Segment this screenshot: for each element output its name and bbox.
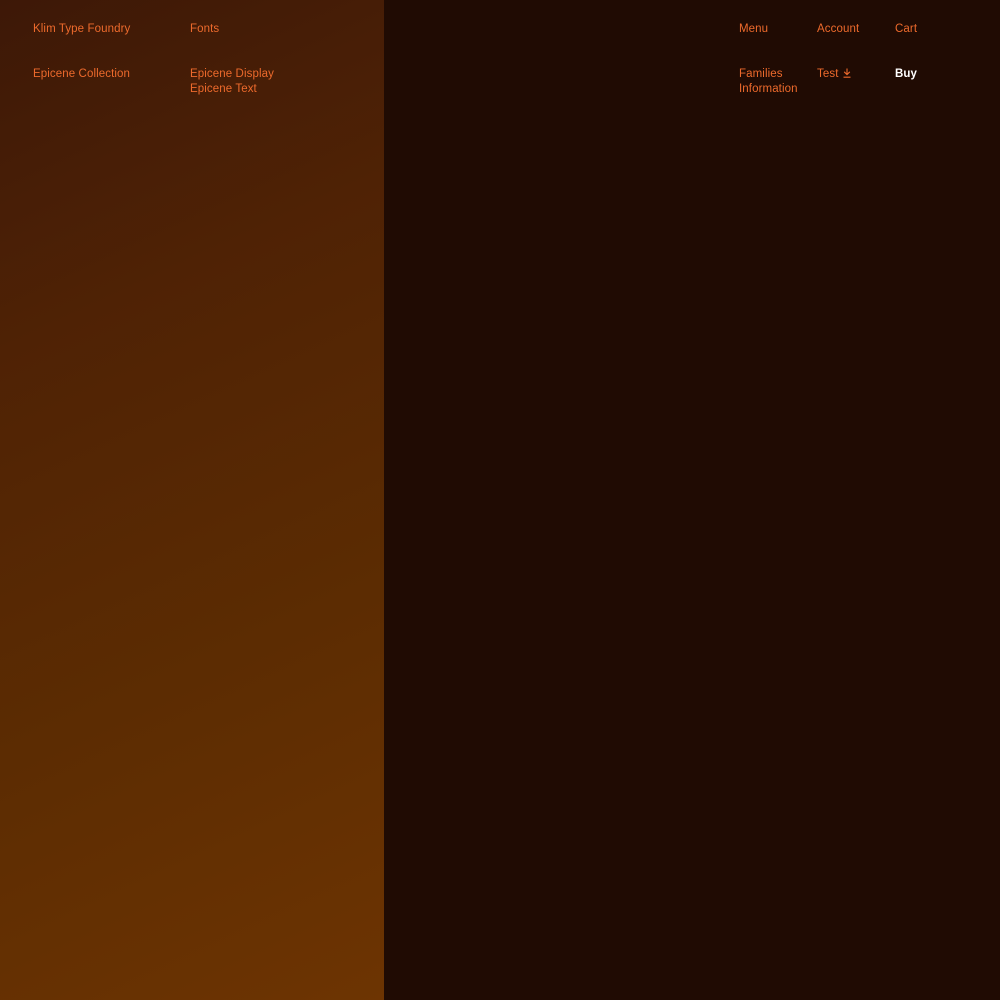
hero-gradient-panel — [0, 0, 384, 1000]
font-link-epicene-display[interactable]: Epicene Display — [190, 67, 274, 82]
information-link[interactable]: Information — [739, 82, 798, 97]
page: Klim Type Foundry Fonts Menu Account Car… — [0, 0, 1000, 1000]
families-link[interactable]: Families — [739, 67, 783, 82]
dark-content-panel — [384, 0, 1000, 1000]
test-link-label: Test — [817, 68, 839, 80]
nav-cart-link[interactable]: Cart — [895, 22, 917, 37]
nav-fonts-link[interactable]: Fonts — [190, 22, 219, 37]
font-link-epicene-text[interactable]: Epicene Text — [190, 82, 257, 97]
collection-link[interactable]: Epicene Collection — [33, 67, 130, 82]
test-download-link[interactable]: Test — [817, 67, 851, 82]
brand-link[interactable]: Klim Type Foundry — [33, 22, 130, 37]
nav-account-link[interactable]: Account — [817, 22, 859, 37]
buy-button[interactable]: Buy — [895, 67, 917, 82]
nav-menu-link[interactable]: Menu — [739, 22, 768, 37]
download-icon — [843, 68, 850, 78]
